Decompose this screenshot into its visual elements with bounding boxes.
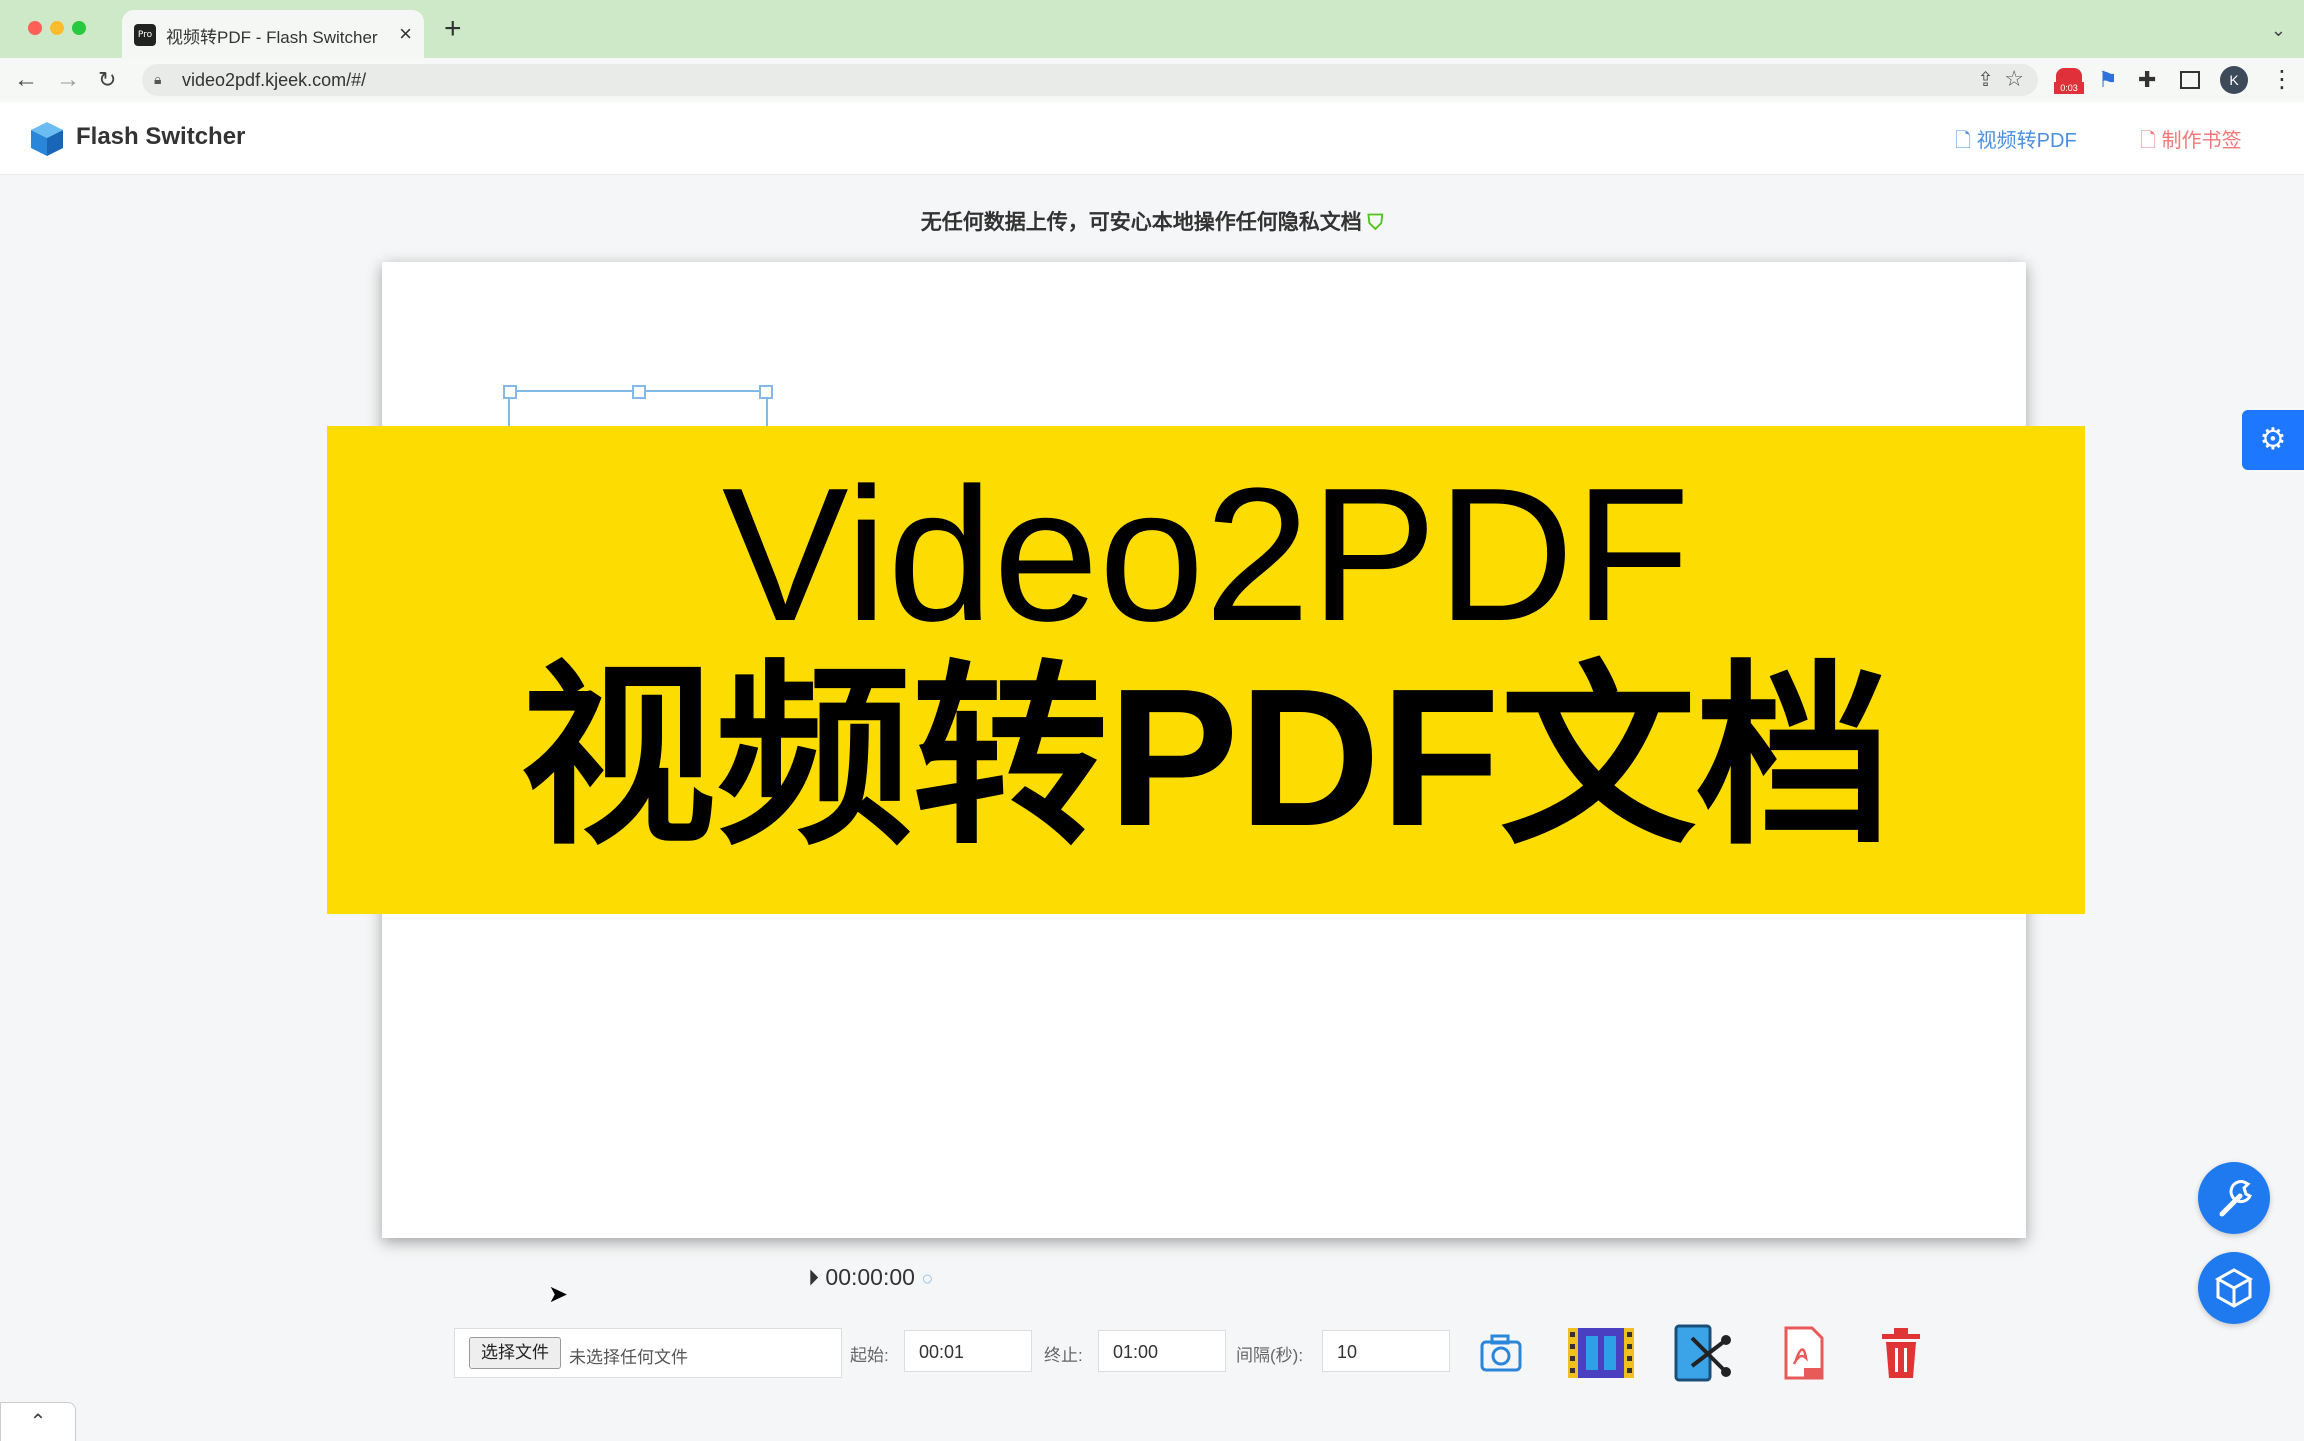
tab-search-chevron-icon[interactable]: ⌄ bbox=[2271, 20, 2286, 41]
tab-close-icon[interactable]: × bbox=[399, 21, 412, 47]
tools-fab-button[interactable] bbox=[2198, 1162, 2270, 1234]
browser-tab-bar: Pro 视频转PDF - Flash Switcher × + ⌄ bbox=[0, 0, 2304, 58]
bookmark-icon: 🗋︎ bbox=[2140, 130, 2157, 152]
pdf-icon[interactable] bbox=[1772, 1322, 1834, 1384]
nav-bookmark-label: 制作书签 bbox=[2161, 130, 2242, 152]
time-text: 00:00:00 bbox=[825, 1264, 915, 1290]
window-maximize-button[interactable] bbox=[72, 21, 86, 35]
tab-title: 视频转PDF - Flash Switcher bbox=[166, 28, 378, 47]
bookmark-star-icon[interactable]: ☆ bbox=[2004, 66, 2024, 92]
end-label: 终止: bbox=[1044, 1346, 1083, 1365]
chevron-up-icon: ⌃ bbox=[29, 1411, 47, 1433]
tab-favicon: Pro bbox=[134, 24, 156, 46]
end-time-input[interactable]: 01:00 bbox=[1098, 1330, 1226, 1372]
play-circle-icon[interactable]: ⏵︎ bbox=[808, 1265, 819, 1290]
mouse-cursor: ➤ bbox=[548, 1281, 569, 1308]
banner-title-line2: 视频转PDF文档 bbox=[519, 648, 1892, 867]
start-time-input[interactable]: 00:01 bbox=[904, 1330, 1032, 1372]
new-tab-button[interactable]: + bbox=[444, 14, 462, 44]
collapse-panel-button[interactable]: ⌃ bbox=[0, 1402, 76, 1441]
app-header: Flash Switcher 🗋︎ 视频转PDF 🗋︎ 制作书签 bbox=[0, 102, 2304, 175]
nav-video2pdf-label: 视频转PDF bbox=[1976, 130, 2077, 152]
banner-title-line1: Video2PDF bbox=[721, 449, 1691, 661]
cube-fab-button[interactable] bbox=[2198, 1252, 2270, 1324]
browser-toolbar: ← → ↻ 🔒︎ video2pdf.kjeek.com/#/ ⇪ ☆ 0:03… bbox=[0, 58, 2304, 103]
browser-menu-icon[interactable]: ⋮ bbox=[2270, 66, 2294, 94]
logo-cube-icon[interactable] bbox=[28, 120, 66, 158]
trash-icon[interactable] bbox=[1870, 1322, 1932, 1384]
crop-handle-middle[interactable] bbox=[632, 385, 646, 399]
url-text[interactable]: video2pdf.kjeek.com/#/ bbox=[182, 70, 366, 91]
logo-text[interactable]: Flash Switcher bbox=[76, 123, 245, 151]
privacy-notice-text: 无任何数据上传，可安心本地操作任何隐私文档 bbox=[920, 211, 1362, 234]
reload-button[interactable]: ↻ bbox=[98, 64, 116, 96]
gear-icon: ⚙ bbox=[2259, 423, 2287, 456]
cut-icon[interactable] bbox=[1670, 1322, 1732, 1384]
settings-gear-button[interactable]: ⚙ bbox=[2242, 410, 2304, 470]
extensions-puzzle-icon[interactable]: ✚ bbox=[2138, 66, 2156, 94]
share-icon[interactable]: ⇪ bbox=[1977, 67, 1994, 92]
forward-button[interactable]: → bbox=[56, 64, 80, 96]
privacy-notice: 无任何数据上传，可安心本地操作任何隐私文档 ⛉ bbox=[0, 206, 2304, 236]
flag-extension-icon[interactable]: ⚑ bbox=[2098, 66, 2118, 94]
profile-avatar[interactable]: K bbox=[2220, 66, 2248, 94]
lock-icon[interactable]: 🔒︎ bbox=[154, 71, 161, 88]
crop-handle-left[interactable] bbox=[503, 385, 517, 399]
title-banner: Video2PDF 视频转PDF文档 bbox=[327, 426, 2085, 914]
wrench-icon bbox=[2219, 1180, 2253, 1217]
browser-tab[interactable]: Pro 视频转PDF - Flash Switcher × bbox=[122, 10, 424, 58]
file-input[interactable]: 选择文件 未选择任何文件 bbox=[454, 1328, 842, 1378]
start-label: 起始: bbox=[850, 1346, 889, 1365]
no-file-text: 未选择任何文件 bbox=[569, 1348, 688, 1367]
interval-input[interactable]: 10 bbox=[1322, 1330, 1450, 1372]
document-icon: 🗋︎ bbox=[1955, 130, 1972, 152]
choose-file-button[interactable]: 选择文件 bbox=[469, 1337, 561, 1369]
shield-check-icon: ⛉ bbox=[1367, 211, 1384, 234]
loading-circle-icon: ○ bbox=[921, 1268, 934, 1290]
crop-handle-right[interactable] bbox=[759, 385, 773, 399]
recorder-extension-icon[interactable]: 0:03 bbox=[2054, 66, 2084, 94]
back-button[interactable]: ← bbox=[14, 64, 38, 96]
interval-label: 间隔(秒): bbox=[1236, 1346, 1304, 1365]
playback-time: ⏵︎ 00:00:00 ○ bbox=[808, 1264, 933, 1291]
window-close-button[interactable] bbox=[28, 21, 42, 35]
recorder-timer: 0:03 bbox=[2054, 82, 2084, 94]
nav-video2pdf-link[interactable]: 🗋︎ 视频转PDF bbox=[1955, 124, 2077, 160]
address-bar[interactable]: 🔒︎ video2pdf.kjeek.com/#/ ⇪ ☆ bbox=[142, 64, 2038, 96]
nav-bookmark-link[interactable]: 🗋︎ 制作书签 bbox=[2140, 124, 2242, 160]
camera-icon[interactable] bbox=[1470, 1322, 1532, 1384]
film-icon[interactable] bbox=[1566, 1322, 1636, 1384]
sidepanel-icon[interactable] bbox=[2180, 71, 2200, 89]
window-minimize-button[interactable] bbox=[50, 21, 64, 35]
cube-icon bbox=[2214, 1268, 2254, 1308]
